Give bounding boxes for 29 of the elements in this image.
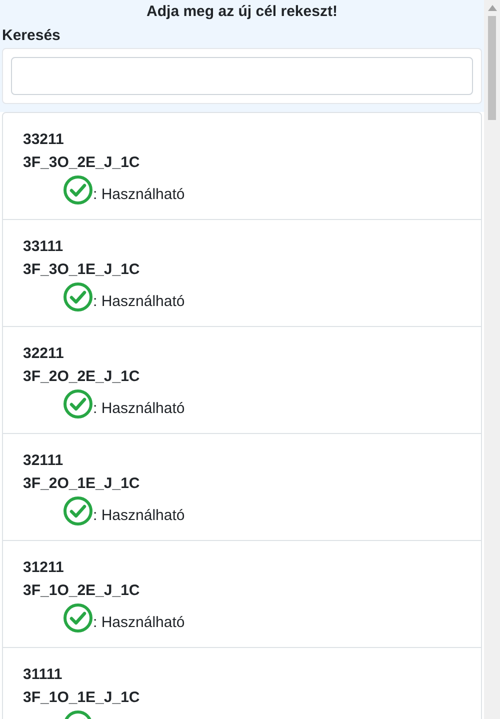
dialog-title: Adja meg az új cél rekeszt! <box>146 2 338 22</box>
item-number: 32111 <box>23 451 64 471</box>
status-text: : Használható <box>93 185 185 205</box>
status-text: : Használható <box>93 399 185 419</box>
item-number: 31211 <box>23 558 64 578</box>
item-code: 3F_3O_2E_J_1C <box>23 153 140 173</box>
status-text: : Használható <box>93 506 185 526</box>
item-code: 3F_2O_2E_J_1C <box>23 367 140 387</box>
status-text: : Használható <box>93 292 185 312</box>
item-number: 31111 <box>23 665 62 685</box>
item-number: 33211 <box>23 130 64 150</box>
search-field[interactable] <box>11 57 473 95</box>
item-number: 33111 <box>23 237 64 257</box>
result-item[interactable]: 33111 3F_3O_1E_J_1C : Használható <box>3 220 481 327</box>
result-item[interactable]: 31111 3F_1O_1E_J_1C <box>3 648 481 719</box>
result-item[interactable]: 32211 3F_2O_2E_J_1C : Használható <box>3 327 481 434</box>
item-code: 3F_3O_1E_J_1C <box>23 260 140 280</box>
scrollbar[interactable] <box>484 0 500 719</box>
item-code: 3F_1O_2E_J_1C <box>23 581 140 601</box>
status-text: : Használható <box>93 613 185 633</box>
result-item[interactable]: 33211 3F_3O_2E_J_1C : Használható <box>3 113 481 220</box>
item-number: 32211 <box>23 344 64 364</box>
scrollbar-thumb[interactable] <box>488 16 496 120</box>
scroll-up-icon[interactable] <box>488 5 496 11</box>
result-item[interactable]: 32111 3F_2O_1E_J_1C : Használható <box>3 434 481 541</box>
item-code: 3F_1O_1E_J_1C <box>23 688 140 708</box>
item-code: 3F_2O_1E_J_1C <box>23 474 140 494</box>
result-item[interactable]: 31211 3F_1O_2E_J_1C : Használható <box>3 541 481 648</box>
search-label: Keresés <box>1 26 62 46</box>
